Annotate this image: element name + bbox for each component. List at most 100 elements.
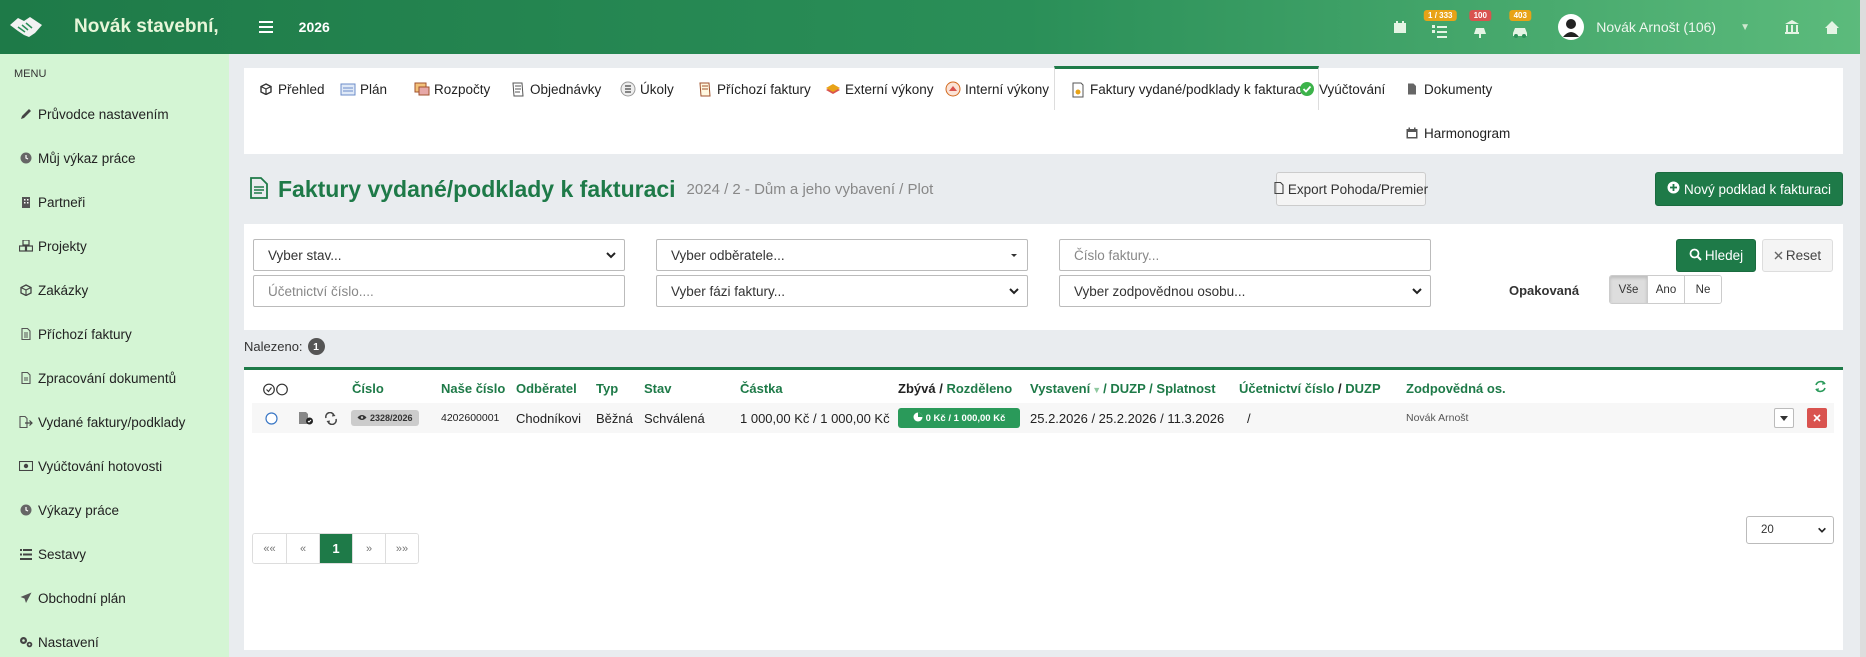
handshake-logo-icon[interactable] (2, 3, 50, 51)
document-icon (19, 371, 33, 385)
chevron-down-icon (1412, 288, 1422, 295)
pagination-current[interactable]: 1 (319, 534, 352, 563)
clock-icon (19, 503, 33, 517)
tab-tasks[interactable]: Úkoly (619, 68, 674, 110)
sidebar-item-incoming-invoices[interactable]: Příchozí faktury (0, 312, 229, 356)
sidebar-item-setup-guide[interactable]: Průvodce nastavením (0, 92, 229, 136)
cell-state: Schválená (644, 410, 705, 426)
internal-work-icon (944, 80, 962, 98)
tab-incoming-invoices[interactable]: Příchozí faktury (696, 68, 811, 110)
file-icon (1274, 181, 1284, 197)
user-menu[interactable]: Novák Arnošt (106) ▼ (1558, 14, 1756, 40)
calendar-icon[interactable] (1380, 0, 1420, 54)
filter-panel: Vyber stav... Vyber odběratele... Číslo … (244, 224, 1843, 330)
caret-down-icon (1780, 415, 1788, 421)
sidebar-item-reports[interactable]: Sestavy (0, 532, 229, 576)
pagination-next[interactable]: » (352, 534, 385, 563)
col-number[interactable]: Číslo (352, 381, 384, 396)
year-selector[interactable]: 2026 (299, 19, 330, 35)
tasks-icon[interactable]: 1 / 333 (1420, 0, 1460, 54)
sidebar-item-partners[interactable]: Partneři (0, 180, 229, 224)
invoice-approved-icon[interactable] (298, 403, 314, 433)
col-type[interactable]: Typ (596, 381, 618, 396)
tab-internal-work[interactable]: Interní výkony (944, 68, 1049, 110)
sidebar-item-cash-settlement[interactable]: Vyúčtování hotovosti (0, 444, 229, 488)
sidebar-item-work-reports[interactable]: Výkazy práce (0, 488, 229, 532)
responsible-person-select[interactable]: Vyber zodpovědnou osobu... (1059, 275, 1431, 307)
row-actions-dropdown[interactable] (1774, 403, 1794, 433)
invoice-number-badge[interactable]: 2328/2026 (351, 403, 419, 433)
chevron-down-icon[interactable]: ▼ (1740, 22, 1750, 33)
sidebar-item-issued-invoices[interactable]: Vydané faktury/podklady (0, 400, 229, 444)
pagination-last[interactable]: »» (385, 534, 418, 563)
tab-external-work[interactable]: Externí výkony (824, 68, 934, 110)
pagination-prev[interactable]: « (286, 534, 319, 563)
cell-remains[interactable]: 0 Kč / 1 000,00 Kč (898, 403, 1020, 433)
state-select[interactable]: Vyber stav... (253, 239, 625, 271)
col-dates[interactable]: Vystavení ▼ / DUZP / Splatnost (1030, 381, 1216, 396)
sidebar-item-settings[interactable]: Nastavení (0, 620, 229, 657)
repeated-option-all[interactable]: Vše (1610, 276, 1647, 303)
pagination-first[interactable]: «« (253, 534, 286, 563)
top-icons: 1 / 333 100 403 Novák Arnošt (106) ▼ (1380, 0, 1866, 54)
home-icon[interactable] (1812, 0, 1852, 54)
page-scrollbar[interactable] (1860, 0, 1866, 657)
row-delete-button[interactable] (1807, 403, 1827, 433)
accounting-number-input[interactable]: Účetnictví číslo.... (253, 275, 625, 307)
select-all-icons[interactable] (263, 383, 289, 396)
pencil-icon (19, 107, 33, 121)
sort-down-icon: ▼ (1092, 385, 1102, 395)
tab-issued-invoices[interactable]: Faktury vydané/podklady k fakturaci (1054, 66, 1320, 110)
bank-icon[interactable] (1772, 0, 1812, 54)
repeated-option-no[interactable]: Ne (1684, 276, 1721, 303)
notifications-icon[interactable]: 100 (1460, 0, 1500, 54)
invoice-number-input[interactable]: Číslo faktury... (1059, 239, 1431, 271)
search-button[interactable]: Hledej (1676, 239, 1756, 272)
top-navbar: Novák stavební, 2026 1 / 333 100 403 Nov… (0, 0, 1866, 54)
hamburger-menu-icon[interactable] (258, 16, 273, 39)
refresh-icon[interactable] (1814, 380, 1827, 396)
tab-settlement[interactable]: Vyúčtování (1298, 68, 1385, 110)
brand-name[interactable]: Novák stavební, (74, 16, 219, 38)
sidebar-item-my-work[interactable]: Můj výkaz práce (0, 136, 229, 180)
sidebar-item-business-plan[interactable]: Obchodní plán (0, 576, 229, 620)
cell-accounting: / (1247, 410, 1251, 426)
col-customer[interactable]: Odběratel (516, 381, 577, 396)
per-page-select[interactable]: 20 (1746, 516, 1834, 544)
customer-select[interactable]: Vyber odběratele... (656, 239, 1028, 271)
document-icon (250, 177, 268, 202)
cell-our-number: 4202600001 (441, 412, 500, 424)
repeat-icon[interactable] (324, 403, 338, 433)
sidebar: MENU Průvodce nastavením Můj výkaz práce… (0, 54, 229, 657)
table-row[interactable]: 2328/2026 4202600001 Chodníkovi Běžná Sc… (252, 403, 1834, 433)
tab-plan[interactable]: Plán (339, 68, 387, 110)
cell-type: Běžná (596, 410, 633, 426)
col-responsible[interactable]: Zodpovědná os. (1406, 381, 1506, 396)
col-remains-distributed[interactable]: Zbývá / Rozděleno (898, 381, 1012, 396)
car-icon[interactable]: 403 (1500, 0, 1540, 54)
col-accounting[interactable]: Účetnictví číslo / DUZP (1239, 381, 1381, 396)
phase-select[interactable]: Vyber fázi faktury... (656, 275, 1028, 307)
page-subtitle: 2024 / 2 - Dům a jeho vybavení / Plot (686, 181, 934, 198)
row-select-radio[interactable] (265, 403, 278, 433)
tabs-bar: Přehled Plán Rozpočty Objednávky Úkoly P… (244, 66, 1843, 154)
col-state[interactable]: Stav (644, 381, 671, 396)
repeated-option-yes[interactable]: Ano (1647, 276, 1684, 303)
col-our-number[interactable]: Naše číslo (441, 381, 505, 396)
sidebar-item-projects[interactable]: Projekty (0, 224, 229, 268)
tab-budgets[interactable]: Rozpočty (413, 68, 490, 110)
send-icon (19, 591, 33, 605)
tab-overview[interactable]: Přehled (257, 68, 325, 110)
sidebar-item-document-processing[interactable]: Zpracování dokumentů (0, 356, 229, 400)
col-amount[interactable]: Částka (740, 381, 783, 396)
sidebar-item-orders[interactable]: Zakázky (0, 268, 229, 312)
tab-orders[interactable]: Objednávky (509, 68, 601, 110)
tab-schedule[interactable]: Harmonogram (1403, 112, 1510, 154)
tab-documents[interactable]: Dokumenty (1403, 68, 1492, 110)
file-icon (19, 327, 33, 341)
export-icon (19, 415, 33, 429)
new-invoice-basis-button[interactable]: Nový podklad k fakturaci (1655, 172, 1843, 206)
reset-button[interactable]: Reset (1762, 239, 1833, 272)
export-pohoda-button[interactable]: Export Pohoda/Premier (1274, 172, 1428, 206)
plus-circle-icon (1667, 181, 1680, 197)
